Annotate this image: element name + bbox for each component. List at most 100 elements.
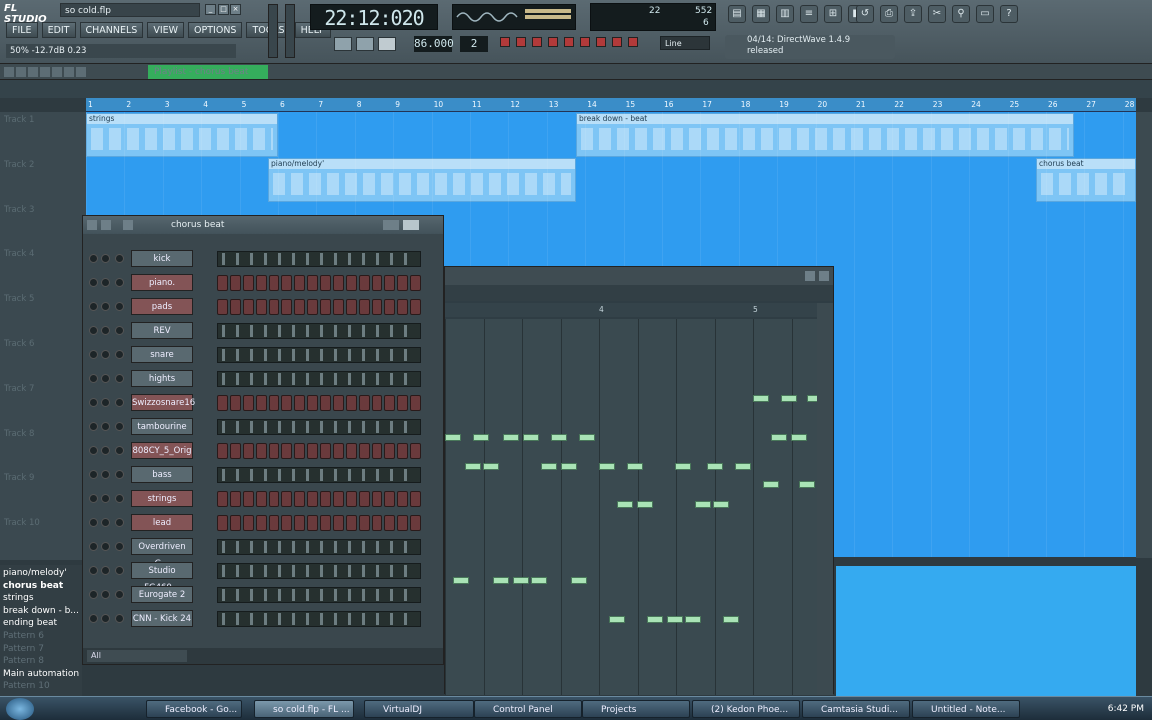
step-button[interactable] [268, 299, 280, 315]
midi-note[interactable] [503, 434, 519, 441]
channel-volume-knob[interactable] [115, 542, 124, 551]
piano-roll-preview[interactable] [217, 587, 421, 603]
midi-note[interactable] [723, 616, 739, 623]
midi-note[interactable] [637, 501, 653, 508]
step-button[interactable] [281, 275, 293, 291]
midi-note[interactable] [445, 434, 461, 441]
play-button[interactable] [334, 37, 352, 51]
step-button[interactable] [242, 299, 254, 315]
step-edit-button[interactable] [580, 37, 590, 47]
help-icon[interactable]: ? [1000, 5, 1018, 23]
channel-led[interactable] [89, 494, 98, 503]
step-button[interactable] [358, 443, 370, 459]
midi-note[interactable] [807, 395, 817, 402]
step-button[interactable] [294, 443, 306, 459]
step-button[interactable] [294, 491, 306, 507]
step-button[interactable] [320, 275, 331, 291]
undo-icon[interactable]: ↺ [856, 5, 874, 23]
midi-note[interactable] [667, 616, 683, 623]
step-sequencer-titlebar[interactable] [83, 216, 443, 234]
metronome-button[interactable] [532, 37, 542, 47]
menu-options[interactable]: OPTIONS [188, 22, 243, 38]
midi-note[interactable] [753, 395, 769, 402]
piano-roll-preview[interactable] [217, 563, 421, 579]
track-label[interactable]: Track 7 [4, 384, 34, 394]
channel-volume-knob[interactable] [115, 374, 124, 383]
channel-volume-knob[interactable] [115, 350, 124, 359]
close-icon[interactable]: × [230, 4, 241, 15]
export-icon[interactable]: ⇪ [904, 5, 922, 23]
step-button[interactable] [358, 299, 370, 315]
step-button[interactable] [397, 515, 409, 531]
step-button[interactable] [294, 515, 306, 531]
playlist-ruler[interactable]: 1 2 3 4 5 6 7 8 9 10 11 12 13 14 15 16 17 18 19 20 21 22 23 24 2… [86, 98, 1136, 112]
step-button[interactable] [358, 275, 370, 291]
channel-pan-knob[interactable] [101, 302, 110, 311]
step-button[interactable] [371, 491, 383, 507]
channel-led[interactable] [89, 254, 98, 263]
step-button[interactable] [371, 443, 383, 459]
step-button[interactable] [307, 275, 318, 291]
piano-roll-preview[interactable] [217, 371, 421, 387]
step-button[interactable] [281, 395, 293, 411]
midi-note[interactable] [647, 616, 663, 623]
step-button[interactable] [242, 515, 254, 531]
step-button[interactable] [217, 443, 228, 459]
wait-button[interactable] [548, 37, 558, 47]
step-button[interactable] [217, 515, 228, 531]
step-button[interactable] [229, 515, 241, 531]
step-button[interactable] [345, 443, 357, 459]
midi-note[interactable] [617, 501, 633, 508]
step-button[interactable] [345, 395, 357, 411]
step-button[interactable] [345, 299, 357, 315]
piano-roll-ruler[interactable]: 4 5 [445, 303, 817, 317]
channel-pan-knob[interactable] [101, 374, 110, 383]
channel-led[interactable] [89, 518, 98, 527]
step-button[interactable] [268, 395, 280, 411]
step-button[interactable] [242, 275, 254, 291]
midi-note[interactable] [791, 434, 807, 441]
playlist-icon[interactable]: ▤ [728, 5, 746, 23]
graph-view-icon[interactable] [383, 220, 399, 230]
step-button[interactable] [410, 491, 421, 507]
maximize-icon[interactable] [805, 271, 815, 281]
piano-roll-titlebar[interactable] [445, 267, 833, 285]
select-tool-icon[interactable] [64, 67, 74, 77]
midi-note[interactable] [531, 577, 547, 584]
step-button[interactable] [345, 275, 357, 291]
delete-tool-icon[interactable] [28, 67, 38, 77]
step-button[interactable] [410, 395, 421, 411]
step-button[interactable] [410, 299, 421, 315]
piano-roll-preview[interactable] [217, 251, 421, 267]
step-button[interactable] [397, 491, 409, 507]
channel-volume-knob[interactable] [115, 590, 124, 599]
master-pitch-slider[interactable] [285, 4, 295, 58]
step-button[interactable] [332, 299, 344, 315]
step-button[interactable] [397, 443, 409, 459]
step-button[interactable] [255, 395, 267, 411]
channel-led[interactable] [89, 278, 98, 287]
piano-roll-icon[interactable]: ▥ [776, 5, 794, 23]
tempo-display[interactable]: 86.000 [414, 36, 454, 52]
midi-note[interactable] [579, 434, 595, 441]
menu-icon[interactable] [87, 220, 97, 230]
snap-select[interactable]: Line [660, 36, 710, 50]
task-projects[interactable]: Projects [582, 700, 690, 718]
step-button[interactable] [332, 395, 344, 411]
midi-note[interactable] [771, 434, 787, 441]
step-button[interactable] [217, 491, 228, 507]
blend-button[interactable] [596, 37, 606, 47]
pattern-item[interactable]: Pattern 6 [3, 630, 44, 642]
step-button[interactable] [255, 443, 267, 459]
midi-note[interactable] [763, 481, 779, 488]
midi-note[interactable] [675, 463, 691, 470]
midi-note[interactable] [735, 463, 751, 470]
midi-note[interactable] [541, 463, 557, 470]
step-button[interactable] [255, 491, 267, 507]
midi-note[interactable] [453, 577, 469, 584]
step-button[interactable] [371, 275, 383, 291]
midi-note[interactable] [551, 434, 567, 441]
clip-strings[interactable]: strings [86, 113, 278, 157]
step-button[interactable] [294, 395, 306, 411]
track-label[interactable]: Track 6 [4, 339, 34, 349]
